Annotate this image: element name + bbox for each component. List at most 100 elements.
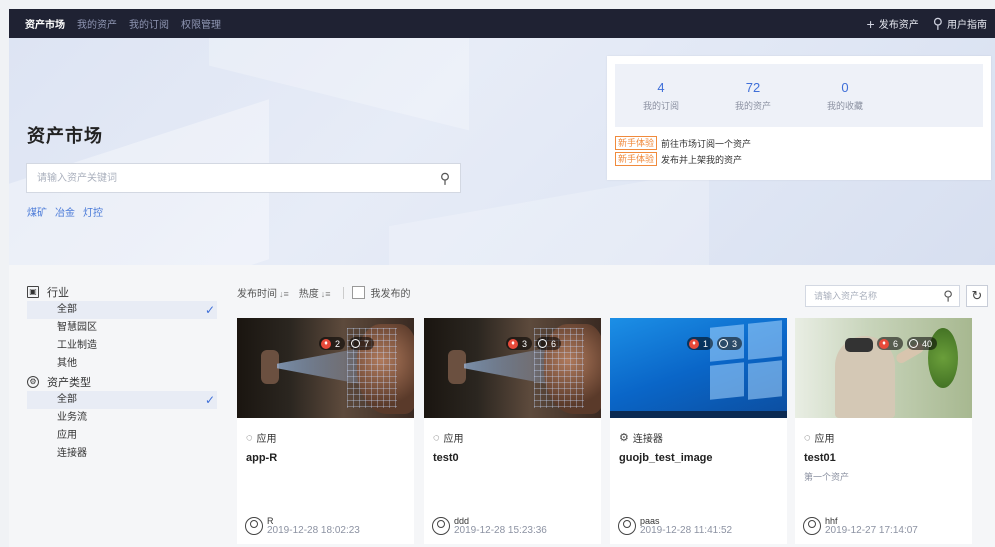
sort-by-hot[interactable]: 热度 ↓≡ — [299, 285, 331, 300]
stat-subscriptions[interactable]: 4 我的订阅 — [615, 64, 707, 127]
asset-type-label: 应用 — [256, 434, 277, 445]
user-stats-card: 4 我的订阅 72 我的资产 0 我的收藏 新手体验 前往市场订阅一个资产 新手… — [607, 56, 991, 180]
plus-icon: + — [866, 15, 875, 32]
nav-my-subscriptions[interactable]: 我的订阅 — [129, 16, 169, 31]
stat-favorites[interactable]: 0 我的收藏 — [799, 64, 891, 127]
tag-link[interactable]: 煤矿 — [27, 204, 47, 219]
avatar-icon — [618, 517, 636, 535]
fire-icon: ♦ — [321, 338, 331, 349]
views-count: 6 — [551, 338, 557, 349]
stat-label: 我的资产 — [734, 101, 771, 111]
industry-item[interactable]: 其他 — [27, 355, 217, 373]
industry-title: 行业 — [47, 287, 69, 299]
type-item[interactable]: 应用 — [27, 427, 217, 445]
search-icon[interactable]: ⚲ — [430, 170, 460, 187]
thumb-shape — [748, 360, 782, 400]
stat-label: 我的收藏 — [826, 101, 863, 111]
views-count: 7 — [364, 338, 370, 349]
asset-card[interactable]: ♦ 2 7 ◌ 应用 app-R R 2019-12-28 18:02:23 — [237, 318, 414, 544]
newbie-task-publish[interactable]: 新手体验 发布并上架我的资产 — [615, 152, 742, 166]
my-published-checkbox[interactable] — [351, 286, 365, 299]
avatar-icon — [245, 517, 263, 535]
asset-thumbnail: ♦ 2 7 — [237, 318, 414, 418]
publish-time: 2019-12-27 17:14:07 — [825, 525, 918, 536]
search-icon[interactable]: ⚲ — [937, 288, 959, 304]
asset-owner: hhf 2019-12-27 17:14:07 — [803, 516, 918, 536]
type-item-all[interactable]: 全部 ✓ — [27, 391, 217, 409]
asset-type: ⚙ 连接器 — [619, 430, 787, 445]
type-item-label: 全部 — [57, 394, 77, 405]
views-badge: 40 — [907, 337, 938, 350]
industry-icon: ▣ — [27, 286, 39, 298]
filter-sidebar: ▣ 行业 全部 ✓ 智慧园区 工业制造 其他 ⚙ 资产类型 全部 ✓ 业务流 应… — [27, 283, 217, 463]
app-icon: ◌ — [804, 431, 811, 444]
asset-keyword-input[interactable] — [27, 164, 430, 192]
industry-item[interactable]: 工业制造 — [27, 337, 217, 355]
hot-badge: ♦ 3 — [506, 337, 533, 350]
asset-card[interactable]: ♦ 1 3 ⚙ 连接器 guojb_test_image paas 2019-12-… — [610, 318, 787, 544]
newbie-text: 发布并上架我的资产 — [661, 154, 743, 165]
publish-asset-button[interactable]: + 发布资产 — [867, 16, 919, 32]
industry-item[interactable]: 智慧园区 — [27, 319, 217, 337]
market-content: ▣ 行业 全部 ✓ 智慧园区 工业制造 其他 ⚙ 资产类型 全部 ✓ 业务流 应… — [9, 265, 995, 547]
type-item[interactable]: 连接器 — [27, 445, 217, 463]
hero-banner: 资产市场 ⚲ 煤矿 冶金 灯控 4 我的订阅 72 我的资产 0 我的收藏 新手… — [9, 38, 995, 265]
card-badges: ♦ 1 3 — [683, 337, 743, 350]
user-icon: ⚲ — [932, 15, 943, 31]
stat-assets[interactable]: 72 我的资产 — [707, 64, 799, 127]
type-item-label: 应用 — [57, 430, 77, 441]
app-icon: ◌ — [246, 431, 253, 444]
asset-thumbnail: ♦ 6 40 — [795, 318, 972, 418]
industry-section-title: ▣ 行业 — [27, 283, 217, 301]
sort-descending-icon: ↓≡ — [279, 289, 289, 299]
nav-asset-market[interactable]: 资产市场 — [25, 16, 65, 31]
industry-item-all[interactable]: 全部 ✓ — [27, 301, 217, 319]
tag-link[interactable]: 冶金 — [55, 204, 75, 219]
card-badges: ♦ 2 7 — [315, 337, 375, 350]
thumb-shape — [748, 320, 782, 360]
app-icon: ◌ — [433, 431, 440, 444]
publish-time: 2019-12-28 15:23:36 — [454, 525, 547, 536]
asset-name: test0 — [433, 452, 459, 464]
asset-card[interactable]: ♦ 3 6 ◌ 应用 test0 ddd 2019-12-28 15:23:36 — [424, 318, 601, 544]
toolbar-divider — [342, 286, 344, 299]
sort-time-label: 发布时间 — [237, 289, 277, 300]
refresh-button[interactable]: ↻ — [966, 285, 988, 307]
stat-label: 我的订阅 — [642, 101, 679, 111]
newbie-task-subscribe[interactable]: 新手体验 前往市场订阅一个资产 — [615, 136, 751, 150]
views-badge: 6 — [536, 337, 562, 350]
asset-type-label: 连接器 — [632, 434, 663, 445]
eye-icon — [719, 339, 729, 348]
views-count: 3 — [732, 338, 738, 349]
asset-keyword-search: ⚲ — [26, 163, 461, 193]
check-icon: ✓ — [204, 303, 215, 317]
type-item-label: 连接器 — [57, 448, 87, 459]
connector-icon: ⚙ — [619, 432, 629, 444]
type-item[interactable]: 业务流 — [27, 409, 217, 427]
asset-name-search: ⚲ — [805, 285, 960, 307]
publish-time: 2019-12-28 18:02:23 — [267, 525, 360, 536]
tag-link[interactable]: 灯控 — [83, 204, 103, 219]
asset-card[interactable]: ♦ 6 40 ◌ 应用 test01 第一个资产 hhf 2019-12-27 17… — [795, 318, 972, 544]
gear-icon: ⚙ — [27, 376, 39, 388]
stat-value: 72 — [745, 80, 761, 95]
top-navigation-bar: 资产市场 我的资产 我的订阅 权限管理 + 发布资产 ⚲ 用户指南 — [9, 9, 995, 38]
asset-type-label: 应用 — [814, 434, 835, 445]
sort-toolbar: 发布时间 ↓≡ 热度 ↓≡ 我发布的 — [237, 285, 411, 300]
asset-name-input[interactable] — [806, 291, 937, 301]
my-published-label: 我发布的 — [370, 289, 411, 300]
newbie-tag: 新手体验 — [615, 136, 658, 150]
asset-type-section-title: ⚙ 资产类型 — [27, 373, 217, 391]
eye-icon — [351, 339, 361, 348]
nav-permission-management[interactable]: 权限管理 — [181, 16, 221, 31]
asset-owner: R 2019-12-28 18:02:23 — [245, 516, 360, 536]
owner-meta: ddd 2019-12-28 15:23:36 — [454, 516, 547, 536]
eye-icon — [538, 339, 548, 348]
asset-owner: paas 2019-12-28 11:41:52 — [618, 516, 732, 536]
page-title: 资产市场 — [27, 126, 103, 146]
top-nav-menu: 资产市场 我的资产 我的订阅 权限管理 — [25, 16, 233, 31]
sort-by-time[interactable]: 发布时间 ↓≡ — [237, 285, 289, 300]
user-guide-button[interactable]: ⚲ 用户指南 — [933, 15, 987, 32]
thumb-shape — [448, 350, 466, 384]
nav-my-assets[interactable]: 我的资产 — [77, 16, 117, 31]
